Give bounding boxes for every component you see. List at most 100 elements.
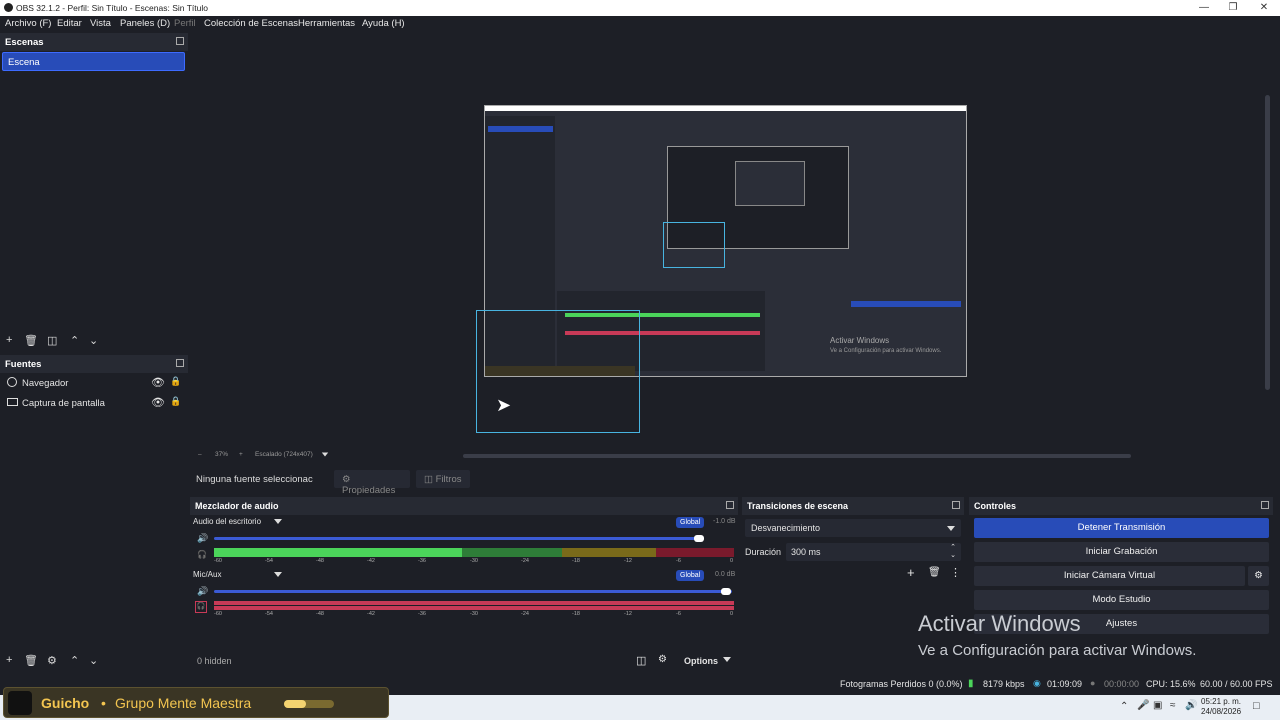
- hidden-count: 0 hidden: [197, 656, 232, 666]
- speaker-icon[interactable]: 🔊: [1185, 700, 1197, 711]
- separator-dot: •: [101, 695, 106, 711]
- zoom-out-icon[interactable]: –: [198, 451, 202, 458]
- global-badge[interactable]: Global: [676, 517, 705, 528]
- dropped-frames: Fotogramas Perdidos 0 (0.0%): [840, 679, 963, 689]
- nested-watermark-1: Activar Windows: [830, 336, 890, 345]
- chevron-down-icon: [947, 526, 955, 531]
- duration-input[interactable]: 300 ms ⌃ ⌄: [786, 543, 961, 561]
- menu-archivo[interactable]: Archivo (F): [5, 18, 51, 29]
- properties-button[interactable]: ⚙ Propiedades: [334, 470, 410, 496]
- network-icon[interactable]: ▣: [1153, 700, 1162, 711]
- duration-label: Duración: [745, 547, 782, 557]
- maximize-button[interactable]: ❐: [1219, 1, 1247, 15]
- menu-paneles[interactable]: Paneles (D): [120, 18, 170, 29]
- level-meter-4: [656, 548, 734, 557]
- notification-icon[interactable]: □: [1253, 700, 1260, 712]
- trash-icon[interactable]: 🗑: [24, 334, 38, 347]
- chevron-down-icon[interactable]: [274, 572, 282, 577]
- source-item-captura[interactable]: Captura de pantalla 👁 🔒: [6, 395, 186, 413]
- cursor-icon: ➤: [496, 395, 512, 415]
- stream-overlay-banner: Guicho • Grupo Mente Maestra: [3, 687, 389, 718]
- volume-knob[interactable]: [721, 588, 731, 595]
- volume-knob[interactable]: [694, 535, 704, 542]
- lock-icon[interactable]: 🔒: [170, 376, 181, 387]
- vertical-scrollbar[interactable]: [1265, 95, 1270, 390]
- tray-chevron-icon[interactable]: ⌃: [1120, 701, 1128, 712]
- stop-stream-button[interactable]: Detener Transmisión: [974, 518, 1269, 538]
- volume-slider[interactable]: [214, 590, 732, 593]
- studio-mode-button[interactable]: Modo Estudio: [974, 590, 1269, 610]
- chevron-down-icon[interactable]: [274, 519, 282, 524]
- overlay-name: Guicho: [41, 695, 90, 711]
- trash-icon[interactable]: 🗑: [928, 567, 941, 578]
- stream-time: 01:09:09: [1047, 679, 1083, 689]
- sources-title: Fuentes: [0, 355, 188, 373]
- menu-herramientas[interactable]: Herramientas: [298, 18, 355, 29]
- volume-slider[interactable]: [214, 537, 704, 540]
- undock-icon[interactable]: [952, 501, 960, 509]
- undock-icon[interactable]: [176, 37, 184, 45]
- undock-icon[interactable]: [176, 359, 184, 367]
- menu-ayuda[interactable]: Ayuda (H): [362, 18, 405, 29]
- gear-icon[interactable]: ⚙: [47, 654, 57, 667]
- eye-icon[interactable]: 👁: [151, 396, 165, 409]
- level-meter-muted-2: [214, 606, 734, 610]
- arrow-up-icon[interactable]: ⌃: [70, 334, 79, 347]
- arrow-up-icon[interactable]: ⌃: [70, 654, 79, 667]
- chevron-down-icon[interactable]: [321, 452, 329, 457]
- add-icon[interactable]: +: [907, 565, 915, 580]
- volume-icon[interactable]: 🔊: [197, 586, 208, 597]
- more-icon[interactable]: ⋮: [950, 566, 961, 579]
- db-value: 0.0 dB: [715, 571, 736, 578]
- transition-select[interactable]: Desvanecimiento: [745, 519, 961, 537]
- scene-item[interactable]: Escena: [2, 52, 185, 71]
- add-icon[interactable]: +: [6, 334, 12, 346]
- menu-editar[interactable]: Editar: [57, 18, 82, 29]
- menu-coleccion[interactable]: Colección de Escenas: [204, 18, 298, 29]
- filters-button[interactable]: ◫ Filtros: [416, 470, 470, 488]
- record-icon: ●: [1090, 678, 1096, 688]
- clock-time[interactable]: 05:21 p. m.: [1201, 697, 1241, 706]
- source-item-navegador[interactable]: Navegador 👁 🔒: [6, 375, 186, 393]
- duration-value: 300 ms: [791, 547, 821, 557]
- level-meter-muted-1: [214, 601, 734, 605]
- gear-icon[interactable]: ⚙: [1248, 566, 1269, 586]
- volume-icon[interactable]: 🔊: [197, 533, 208, 544]
- horizontal-scrollbar[interactable]: [463, 454, 1131, 458]
- minimize-button[interactable]: —: [1190, 1, 1218, 15]
- virtual-camera-button[interactable]: Iniciar Cámara Virtual: [974, 566, 1245, 586]
- filter-icon[interactable]: ◫: [47, 334, 57, 347]
- arrow-down-icon[interactable]: ⌄: [89, 334, 98, 347]
- audio-mixer-dock: Mezclador de audio Audio del escritorio …: [190, 497, 738, 670]
- options-button[interactable]: Options: [684, 656, 718, 666]
- gear-icon: ⚙: [342, 474, 351, 485]
- mixer-settings-icon[interactable]: ⚙: [658, 654, 667, 665]
- clock-date[interactable]: 24/08/2026: [1201, 707, 1241, 716]
- arrow-down-icon[interactable]: ⌄: [89, 654, 98, 667]
- stepper-icon[interactable]: ⌃ ⌄: [950, 543, 956, 559]
- chevron-down-icon[interactable]: [723, 657, 731, 662]
- layout-icon[interactable]: ◫: [636, 654, 646, 667]
- menu-perfil[interactable]: Perfil: [174, 18, 196, 29]
- scenes-title: Escenas: [0, 33, 188, 51]
- scale-label: Escalado (724x407): [255, 451, 313, 458]
- no-source-label: Ninguna fuente seleccionac: [196, 474, 313, 485]
- menu-vista[interactable]: Vista: [90, 18, 111, 29]
- undock-icon[interactable]: [726, 501, 734, 509]
- start-recording-button[interactable]: Iniciar Grabación: [974, 542, 1269, 562]
- zoom-in-icon[interactable]: +: [239, 451, 243, 458]
- wifi-icon[interactable]: ≈: [1170, 700, 1176, 711]
- undock-icon[interactable]: [1261, 501, 1269, 509]
- mic-icon[interactable]: 🎤: [1137, 700, 1149, 711]
- trash-icon[interactable]: 🗑: [24, 654, 38, 667]
- cpu-usage: CPU: 15.6%: [1146, 679, 1196, 689]
- eye-icon[interactable]: 👁: [151, 376, 165, 389]
- obs-logo-icon: [4, 3, 13, 12]
- ticks-row: -60 -54 -48 -42 -36 -30 -24 -18 -12 -6 0: [214, 558, 734, 564]
- global-badge[interactable]: Global: [676, 570, 705, 581]
- activate-watermark-sub: Ve a Configuración para activar Windows.: [918, 642, 1197, 659]
- add-icon[interactable]: +: [6, 654, 12, 666]
- close-button[interactable]: ✕: [1250, 1, 1278, 15]
- overlay-group: Grupo Mente Maestra: [115, 695, 252, 711]
- lock-icon[interactable]: 🔒: [170, 396, 181, 407]
